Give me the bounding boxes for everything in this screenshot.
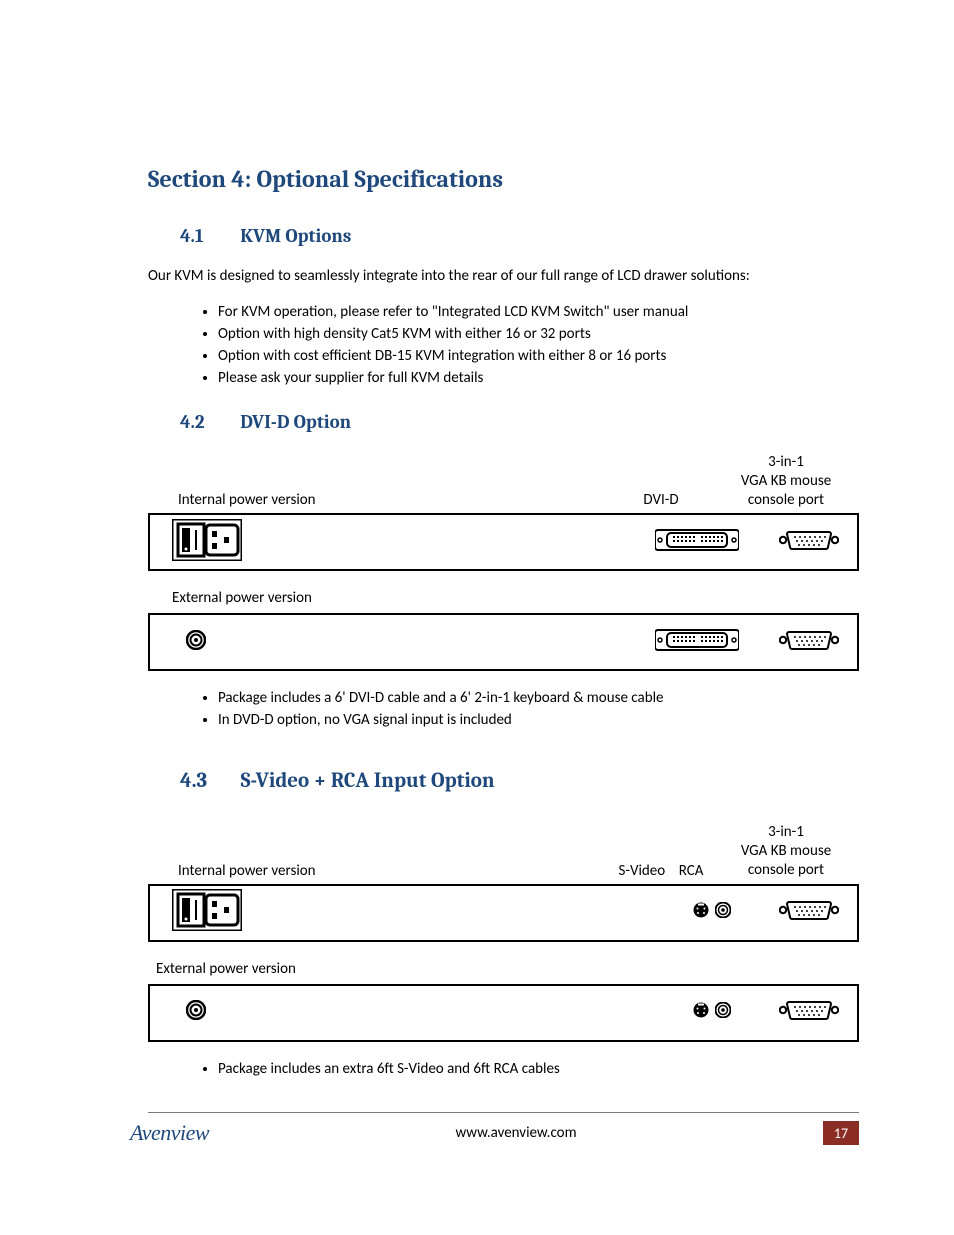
label-console-port: 3-in-1 VGA KB mouse console port (721, 823, 851, 879)
heading-text: KVM Options (240, 225, 351, 247)
label-external-power: External power version (148, 589, 859, 607)
list-item: Option with high density Cat5 KVM with e… (218, 325, 859, 343)
intro-4-1: Our KVM is designed to seamlessly integr… (148, 267, 859, 285)
brand-logo: Avenview (130, 1120, 209, 1146)
label-line: VGA KB mouse (721, 472, 851, 491)
heading-number: 4.2 (180, 411, 236, 433)
list-item: Please ask your supplier for full KVM de… (218, 369, 859, 387)
heading-text: DVI-D Option (240, 411, 351, 433)
bullets-4-1: For KVM operation, please refer to "Inte… (148, 303, 859, 387)
label-svideo: S-Video (619, 862, 666, 880)
footer-url: www.avenview.com (209, 1124, 823, 1142)
bullets-4-3: Package includes an extra 6ft S-Video an… (148, 1060, 859, 1078)
dc-barrel-jack-icon (186, 1000, 206, 1025)
heading-number: 4.3 (180, 769, 236, 793)
label-line: console port (721, 491, 851, 510)
dc-barrel-jack-icon (186, 630, 206, 655)
iec-power-inlet-icon (172, 889, 242, 936)
dvi-port-icon (655, 628, 739, 657)
vga-port-icon (779, 999, 839, 1026)
list-item: In DVD-D option, no VGA signal input is … (218, 711, 859, 729)
heading-4-3: 4.3 S-Video + RCA Input Option (148, 769, 859, 793)
label-console-port: 3-in-1 VGA KB mouse console port (721, 453, 851, 509)
vga-port-icon (779, 529, 839, 556)
panel-labels-dvid-internal: Internal power version DVI-D 3-in-1 VGA … (148, 453, 859, 513)
heading-text: S-Video + RCA Input Option (241, 769, 495, 793)
label-line: 3-in-1 (721, 823, 851, 842)
iec-power-inlet-icon (172, 519, 242, 566)
label-rca: RCA (679, 862, 704, 880)
list-item: Package includes a 6' DVI-D cable and a … (218, 689, 859, 707)
rear-panel-svideo-internal (148, 884, 859, 942)
vga-port-icon (779, 899, 839, 926)
panel-labels-svideo-internal: Internal power version S-Video RCA 3-in-… (148, 823, 859, 883)
label-internal-power: Internal power version (178, 491, 601, 509)
heading-4-2: 4.2 DVI-D Option (148, 411, 859, 433)
rear-panel-dvid-external (148, 613, 859, 671)
list-item: Package includes an extra 6ft S-Video an… (218, 1060, 859, 1078)
rca-port-icon (715, 902, 731, 923)
footer-divider (148, 1112, 859, 1113)
dvi-port-icon (655, 528, 739, 557)
vga-port-icon (779, 629, 839, 656)
label-line: 3-in-1 (721, 453, 851, 472)
rear-panel-dvid-internal (148, 513, 859, 571)
s-video-port-icon (693, 1002, 709, 1023)
bullets-4-2: Package includes a 6' DVI-D cable and a … (148, 689, 859, 729)
rca-port-icon (715, 1002, 731, 1023)
section-title: Section 4: Optional Specifications (148, 165, 859, 193)
label-line: VGA KB mouse (721, 842, 851, 861)
rear-panel-svideo-external (148, 984, 859, 1042)
page-number: 17 (823, 1121, 859, 1145)
heading-4-1: 4.1 KVM Options (148, 225, 859, 247)
label-dvid: DVI-D (601, 491, 721, 509)
list-item: For KVM operation, please refer to "Inte… (218, 303, 859, 321)
page-footer: Avenview www.avenview.com 17 (130, 1120, 859, 1146)
s-video-port-icon (693, 902, 709, 923)
label-line: console port (721, 861, 851, 880)
heading-number: 4.1 (180, 225, 236, 247)
list-item: Option with cost efficient DB-15 KVM int… (218, 347, 859, 365)
label-internal-power: Internal power version (178, 862, 601, 880)
label-svideo-rca: S-Video RCA (601, 862, 721, 880)
label-external-power: External power version (148, 960, 859, 978)
